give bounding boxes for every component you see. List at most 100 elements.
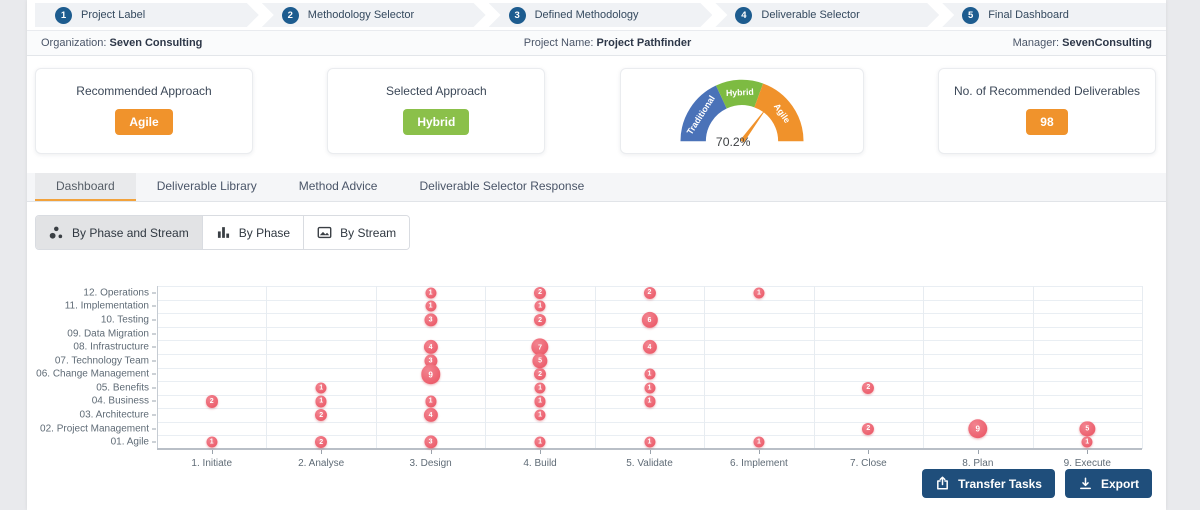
step-number-badge: 4 <box>735 7 752 24</box>
x-axis-label: 3. Design <box>409 458 452 469</box>
wizard-stepper: 1 Project Label 2 Methodology Selector 3 D… <box>27 0 1166 30</box>
x-axis-tick <box>868 450 870 454</box>
tab-deliverable-selector-response[interactable]: Deliverable Selector Response <box>398 173 605 201</box>
image-icon <box>317 226 332 239</box>
chart-bubble: 2 <box>534 368 547 381</box>
gridline-horizontal <box>157 353 1142 355</box>
chart-bubble: 1 <box>534 300 546 312</box>
gridline-vertical <box>485 286 487 449</box>
x-axis-tick <box>540 450 542 454</box>
chart-bubble: 3 <box>424 435 438 449</box>
gridline-vertical <box>594 286 596 449</box>
tab-dashboard[interactable]: Dashboard <box>35 173 136 201</box>
project-name-info: Project Name: Project Pathfinder <box>523 37 692 49</box>
chart-bubble: 1 <box>643 395 656 407</box>
toggle-label: By Phase and Stream <box>72 225 189 240</box>
y-axis-label: 09. Data Migration <box>67 328 149 340</box>
project-name-value: Project Pathfinder <box>596 37 692 49</box>
chart-bubble: 2 <box>205 395 218 408</box>
gridline-horizontal <box>157 421 1142 423</box>
x-axis-label: 9. Execute <box>1063 458 1111 469</box>
x-axis-tick <box>758 450 760 454</box>
transfer-tasks-button[interactable]: Transfer Tasks <box>922 469 1055 498</box>
transfer-tasks-label: Transfer Tasks <box>958 476 1042 491</box>
y-axis-tick <box>152 346 156 348</box>
chart-bubble: 1 <box>315 382 327 394</box>
y-axis-tick <box>152 387 156 389</box>
gridline-vertical <box>1032 286 1034 449</box>
project-info-bar: Organization: Seven Consulting Project N… <box>27 30 1166 56</box>
dashboard-tabs: Dashboard Deliverable Library Method Advic… <box>27 173 1166 202</box>
gridline-vertical <box>266 286 268 449</box>
y-axis-line <box>157 286 158 449</box>
chart-bubble: 2 <box>315 436 328 449</box>
tab-method-advice[interactable]: Method Advice <box>278 173 399 201</box>
manager-info: Manager: SevenConsulting <box>1012 37 1152 49</box>
chart-bubble: 1 <box>315 395 327 407</box>
gauge-value: 70.2% <box>716 135 751 149</box>
chart-bubble: 1 <box>425 300 437 312</box>
selected-approach-card: Selected Approach Hybrid <box>327 68 546 154</box>
y-axis-tick <box>152 414 156 416</box>
chart-bubble: 1 <box>753 436 765 448</box>
deliverables-count-title: No. of Recommended Deliverables <box>953 84 1141 98</box>
stepper-step-final-dashboard[interactable]: 5 Final Dashboard <box>942 3 1166 27</box>
gridline-vertical <box>1142 286 1143 449</box>
phase-stream-chart: 1. Initiate 2. Analyse 3. Design 4. Build 5.… <box>27 286 1166 486</box>
toggle-label: By Stream <box>340 225 397 240</box>
x-axis-label: 2. Analyse <box>298 458 345 469</box>
chart-bubble: 1 <box>534 409 546 421</box>
chart-bubble: 1 <box>534 436 546 448</box>
recommended-approach-title: Recommended Approach <box>76 84 212 98</box>
y-axis-label: 05. Benefits <box>96 382 149 394</box>
step-label: Project Label <box>81 9 146 21</box>
x-axis-label: 8. Plan <box>962 458 994 469</box>
x-axis-label: 5. Validate <box>626 458 673 469</box>
chart-bubble: 1 <box>534 395 546 407</box>
chart-plot-area: 1. Initiate 2. Analyse 3. Design 4. Build 5.… <box>152 286 1143 469</box>
tab-deliverable-library[interactable]: Deliverable Library <box>136 173 278 201</box>
footer-actions: Transfer Tasks Export <box>922 469 1152 498</box>
y-axis-tick <box>152 319 156 321</box>
chart-bubble: 4 <box>423 407 438 423</box>
y-axis-tick <box>152 333 156 335</box>
toggle-by-phase-and-stream[interactable]: By Phase and Stream <box>36 216 202 249</box>
stepper-step-project-label[interactable]: 1 Project Label <box>35 3 259 27</box>
x-axis-tick <box>977 450 979 454</box>
chart-bubble: 1 <box>643 382 656 394</box>
stepper-step-defined-methodology[interactable]: 3 Defined Methodology <box>489 3 713 27</box>
chart-bubble: 2 <box>862 381 875 394</box>
stepper-step-deliverable-selector[interactable]: 4 Deliverable Selector <box>715 3 939 27</box>
x-axis-tick <box>649 450 651 454</box>
bubble-chart-icon <box>49 226 63 239</box>
gauge-segment-label: Hybrid <box>725 87 753 98</box>
chart-bubble: 1 <box>1081 436 1093 448</box>
y-axis-label: 12. Operations <box>83 287 149 299</box>
organization-value: Seven Consulting <box>109 37 203 49</box>
y-axis-label: 04. Business <box>91 395 149 407</box>
export-label: Export <box>1100 476 1139 491</box>
x-axis-label: 1. Initiate <box>191 458 233 469</box>
gridline-horizontal <box>157 299 1142 301</box>
y-axis-label: 11. Implementation <box>64 300 149 312</box>
chart-bubble: 1 <box>643 368 656 380</box>
gridline-horizontal <box>157 408 1142 410</box>
chart-view-toggle: By Phase and Stream By Phase By Stream <box>35 215 411 250</box>
chart-bubble: 2 <box>534 286 547 299</box>
selected-approach-title: Selected Approach <box>385 84 487 98</box>
x-axis-tick <box>1087 450 1089 454</box>
chart-bubble: 1 <box>753 287 765 299</box>
chart-bubble: 5 <box>532 353 548 369</box>
methodology-gauge-card: Traditional Hybrid Agile 70.2% <box>619 68 864 154</box>
export-button[interactable]: Export <box>1064 469 1152 498</box>
toggle-by-stream[interactable]: By Stream <box>303 216 410 249</box>
stepper-step-methodology-selector[interactable]: 2 Methodology Selector <box>262 3 486 27</box>
chart-bubble: 5 <box>1079 421 1095 437</box>
deliverables-count-card: No. of Recommended Deliverables 98 <box>937 68 1156 154</box>
y-axis-label: 07. Technology Team <box>54 355 149 367</box>
toggle-by-phase[interactable]: By Phase <box>201 216 304 249</box>
methodology-gauge: TraditionalHybridAgile70.2% <box>680 79 804 149</box>
selected-approach-badge: Hybrid <box>403 109 470 135</box>
chart-bubble: 2 <box>534 313 547 326</box>
chart-bubble: 2 <box>862 422 875 435</box>
